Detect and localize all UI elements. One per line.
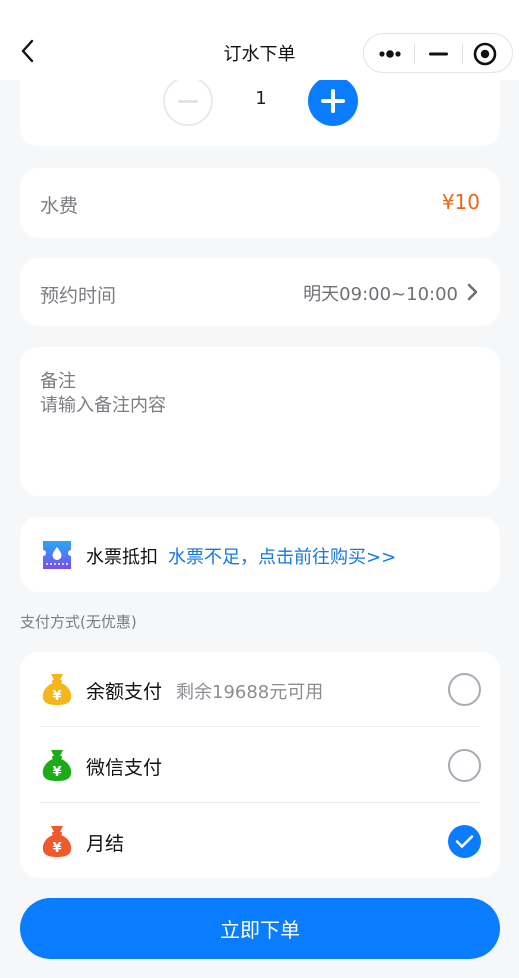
payment-option-label: 月结 [86, 833, 125, 855]
svg-text:¥: ¥ [52, 841, 61, 856]
radio-unchecked[interactable] [448, 749, 481, 782]
navigation-bar: 订水下单 [0, 0, 519, 80]
payment-option-balance[interactable]: ¥ 余额支付 剩余19688元可用 [20, 652, 500, 727]
increase-quantity-button[interactable] [308, 76, 358, 126]
money-bag-icon: ¥ [42, 826, 72, 857]
close-miniprogram-button[interactable] [463, 34, 513, 74]
svg-text:¥: ¥ [52, 689, 61, 704]
note-input[interactable] [40, 391, 480, 481]
checkmark-icon [455, 835, 474, 848]
appointment-time-value: 明天09:00~10:00 [303, 284, 458, 305]
divider [40, 802, 480, 803]
note-card: 备注 [20, 347, 500, 496]
minimize-icon [429, 52, 448, 56]
buy-ticket-link[interactable]: 水票不足，点击前往购买>> [168, 543, 396, 569]
radio-unchecked[interactable] [448, 673, 481, 706]
payment-option-label: 微信支付 [86, 757, 163, 779]
note-label: 备注 [40, 371, 76, 392]
place-order-button[interactable]: 立即下单 [20, 898, 500, 959]
payment-method-list: ¥ 余额支付 剩余19688元可用 ¥ 微信支付 ¥ 月结 [20, 652, 500, 878]
divider [40, 726, 480, 727]
balance-available-text: 剩余19688元可用 [176, 682, 324, 703]
svg-text:¥: ¥ [52, 765, 61, 780]
water-ticket-card: 水票抵扣 水票不足，点击前往购买>> [20, 517, 500, 592]
payment-option-monthly[interactable]: ¥ 月结 [20, 804, 500, 879]
target-close-icon [473, 42, 497, 66]
payment-section-title: 支付方式(无优惠) [20, 613, 137, 631]
appointment-time-label: 预约时间 [40, 285, 117, 307]
water-ticket-label: 水票抵扣 [86, 547, 158, 568]
water-ticket-icon [43, 541, 71, 569]
water-fee-value: ¥10 [441, 190, 480, 214]
money-bag-icon: ¥ [42, 674, 72, 705]
quantity-value: 1 [255, 88, 267, 109]
water-fee-label: 水费 [40, 195, 79, 217]
chevron-right-icon [467, 283, 478, 301]
mini-program-capsule [363, 33, 513, 73]
decrease-quantity-button[interactable] [163, 76, 213, 126]
minimize-button[interactable] [415, 34, 462, 74]
more-button[interactable] [364, 34, 414, 74]
radio-checked[interactable] [448, 825, 481, 858]
money-bag-icon: ¥ [42, 750, 72, 781]
payment-option-wechat[interactable]: ¥ 微信支付 [20, 728, 500, 803]
more-dots-icon [379, 50, 401, 58]
payment-option-label: 余额支付 [86, 681, 163, 703]
water-fee-card: 水费 ¥10 [20, 168, 500, 238]
appointment-time-row[interactable]: 预约时间 明天09:00~10:00 [20, 258, 500, 326]
